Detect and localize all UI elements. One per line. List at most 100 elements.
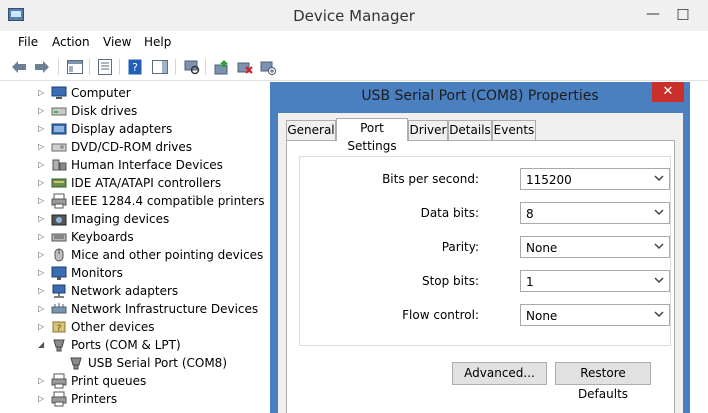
printer-icon	[51, 391, 67, 407]
advanced-button[interactable]: Advanced...	[452, 362, 547, 385]
expand-arrow-icon[interactable]: ▷	[38, 285, 46, 297]
tree-item[interactable]: ▷ Monitors	[0, 264, 272, 282]
expand-arrow-icon[interactable]: ▷	[38, 231, 46, 243]
tree-item[interactable]: ▷ IDE ATA/ATAPI controllers	[0, 174, 272, 192]
tree-item[interactable]: ◢ Ports (COM & LPT)	[0, 336, 272, 354]
menu-help[interactable]: Help	[144, 35, 171, 49]
window-title: Device Manager	[293, 7, 415, 25]
add-legacy-icon[interactable]	[259, 58, 277, 76]
tree-item-label: Monitors	[71, 266, 123, 280]
minimize-button[interactable]: —	[642, 4, 664, 24]
bits-per-second-select[interactable]: 115200	[520, 168, 670, 190]
tab-general[interactable]: General	[286, 120, 336, 140]
monitor-icon	[51, 265, 67, 281]
toolbar-separator	[58, 59, 59, 75]
tree-item[interactable]: ▷ Mice and other pointing devices	[0, 246, 272, 264]
stop-bits-select[interactable]: 1	[520, 270, 670, 292]
expand-arrow-icon[interactable]: ▷	[38, 105, 46, 117]
tree-item-label: Disk drives	[71, 104, 138, 118]
tree-item-label: Display adapters	[71, 122, 173, 136]
update-driver-icon[interactable]	[213, 58, 231, 76]
help-icon[interactable]: ?	[126, 58, 144, 76]
expand-arrow-icon[interactable]: ▷	[38, 195, 46, 207]
toolbar: ?	[0, 53, 708, 81]
menu-bar: File Action View Help	[0, 31, 708, 53]
window-edge	[690, 82, 708, 413]
printer-icon	[51, 373, 67, 389]
data-bits-value: 8	[526, 207, 534, 221]
tab-port-settings[interactable]: Port Settings	[336, 118, 408, 153]
tree-item[interactable]: ▷ IEEE 1284.4 compatible printers	[0, 192, 272, 210]
action-pane-icon[interactable]	[151, 58, 169, 76]
toolbar-separator	[89, 59, 90, 75]
dialog-close-button[interactable]: ✕	[652, 82, 684, 102]
network-adapter-icon	[51, 283, 67, 299]
collapse-arrow-icon[interactable]: ◢	[38, 339, 46, 351]
scan-hardware-icon[interactable]	[183, 58, 201, 76]
tree-item-label: Other devices	[71, 320, 155, 334]
expand-arrow-icon[interactable]: ▷	[38, 87, 46, 99]
tree-item[interactable]: ▷ Printers	[0, 390, 272, 408]
parity-label: Parity:	[441, 240, 479, 254]
menu-action[interactable]: Action	[52, 35, 90, 49]
uninstall-device-icon[interactable]	[236, 58, 254, 76]
tree-item[interactable]: ▷ Display adapters	[0, 120, 272, 138]
title-bar[interactable]: Device Manager — □	[0, 0, 708, 31]
forward-arrow-icon[interactable]	[33, 58, 51, 76]
device-manager-window: Device Manager — □ File Action View Help…	[0, 0, 708, 413]
back-arrow-icon[interactable]	[10, 58, 28, 76]
properties-dialog: USB Serial Port (COM8) Properties ✕ Gene…	[270, 82, 690, 413]
tree-item-label: IDE ATA/ATAPI controllers	[71, 176, 222, 190]
maximize-button[interactable]: □	[672, 4, 694, 24]
tree-item[interactable]: ▷ Keyboards	[0, 228, 272, 246]
tree-item[interactable]: ▷? Other devices	[0, 318, 272, 336]
printer-icon	[51, 193, 67, 209]
expand-arrow-icon[interactable]: ▷	[38, 159, 46, 171]
tree-item[interactable]: ▷ Imaging devices	[0, 210, 272, 228]
expand-arrow-icon[interactable]: ▷	[38, 249, 46, 261]
tab-driver[interactable]: Driver	[408, 120, 448, 140]
settings-group: Bits per second: 115200 Data bits: 8 Parity:…	[299, 156, 671, 346]
tree-item[interactable]: ▷ Human Interface Devices	[0, 156, 272, 174]
data-bits-select[interactable]: 8	[520, 202, 670, 224]
network-infrastructure-icon	[51, 301, 67, 317]
toolbar-separator	[119, 59, 120, 75]
restore-defaults-button[interactable]: Restore Defaults	[555, 362, 651, 401]
tree-item[interactable]: ▷ DVD/CD-ROM drives	[0, 138, 272, 156]
expand-arrow-icon[interactable]: ▷	[38, 177, 46, 189]
chevron-down-icon	[654, 207, 664, 220]
tab-events[interactable]: Events	[492, 120, 536, 140]
bits-per-second-value: 115200	[526, 173, 572, 187]
expand-arrow-icon[interactable]: ▷	[38, 393, 46, 405]
expand-arrow-icon[interactable]: ▷	[38, 303, 46, 315]
parity-select[interactable]: None	[520, 236, 670, 258]
tree-item[interactable]: ▷ Print queues	[0, 372, 272, 390]
expand-arrow-icon[interactable]: ▷	[38, 141, 46, 153]
disk-drive-icon	[51, 103, 67, 119]
tree-item-label: Mice and other pointing devices	[71, 248, 264, 262]
expand-arrow-icon[interactable]: ▷	[38, 213, 46, 225]
chevron-down-icon	[654, 275, 664, 288]
tree-item-label: Ports (COM & LPT)	[71, 338, 181, 352]
mouse-icon	[51, 247, 67, 263]
tree-item[interactable]: USB Serial Port (COM8)	[0, 354, 272, 372]
expand-arrow-icon[interactable]: ▷	[38, 321, 46, 333]
flow-control-select[interactable]: None	[520, 304, 670, 326]
expand-arrow-icon[interactable]: ▷	[38, 267, 46, 279]
show-hide-tree-icon[interactable]	[66, 58, 84, 76]
expand-arrow-icon[interactable]: ▷	[38, 375, 46, 387]
tree-item[interactable]: ▷ Disk drives	[0, 102, 272, 120]
tree-item[interactable]: ▷ Computer	[0, 84, 272, 102]
tree-item[interactable]: ▷ Network Infrastructure Devices	[0, 300, 272, 318]
expand-arrow-icon[interactable]: ▷	[38, 123, 46, 135]
tree-item-label: USB Serial Port (COM8)	[88, 356, 227, 370]
camera-icon	[51, 211, 67, 227]
menu-view[interactable]: View	[103, 35, 131, 49]
tree-item[interactable]: ▷ Network adapters	[0, 282, 272, 300]
menu-file[interactable]: File	[18, 35, 38, 49]
flow-control-label: Flow control:	[402, 308, 479, 322]
properties-icon[interactable]	[96, 58, 114, 76]
tab-details[interactable]: Details	[448, 120, 492, 140]
tree-item-label: DVD/CD-ROM drives	[71, 140, 193, 154]
tree-item-label: Computer	[71, 86, 131, 100]
